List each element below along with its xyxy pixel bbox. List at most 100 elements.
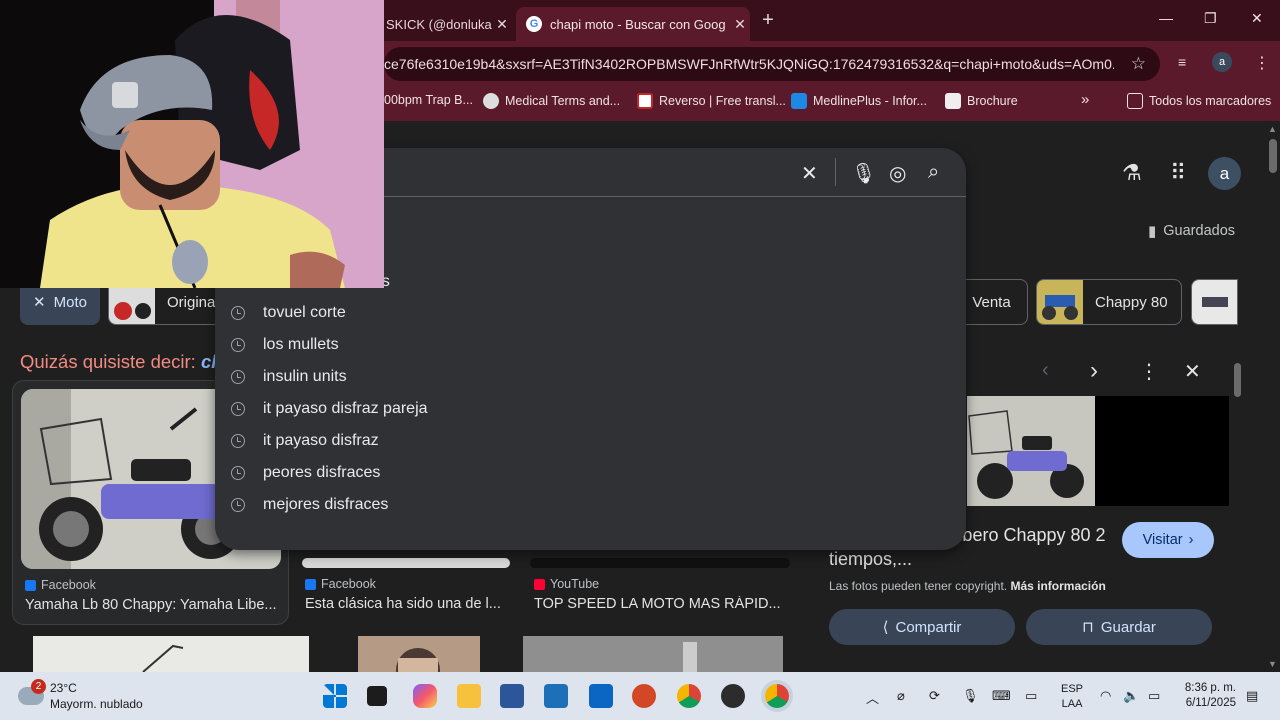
volume-icon[interactable]: 🔈 — [1123, 688, 1139, 704]
show-hidden-icons[interactable]: ︿ — [866, 688, 879, 707]
media-controls-icon[interactable]: ≡ — [1178, 54, 1186, 70]
calendar-icon[interactable] — [589, 684, 613, 708]
chip-more[interactable] — [1191, 279, 1238, 325]
result-image[interactable] — [523, 636, 783, 672]
tab-title: chapi moto - Buscar con Goog — [550, 16, 726, 32]
address-bar[interactable]: ce76fe6310e19b4&sxsrf=AE3TifN3402ROPBMSW… — [384, 47, 1160, 81]
close-tab-icon[interactable]: ✕ — [492, 16, 512, 33]
google-account-avatar[interactable]: a — [1208, 157, 1241, 190]
minimize-icon[interactable]: — — [1159, 10, 1173, 26]
suggestion-item[interactable]: it payaso disfraz pareja — [231, 393, 428, 425]
all-bookmarks-button[interactable]: Todos los marcadores — [1127, 93, 1271, 109]
result-caption[interactable]: Esta clásica ha sido una de l... — [305, 596, 510, 612]
sync-icon[interactable]: ⟳ — [929, 688, 940, 704]
share-button[interactable]: ⟨ Compartir — [829, 609, 1015, 645]
chevron-right-icon: › — [1188, 532, 1194, 548]
scroll-up-icon[interactable]: ▲ — [1268, 124, 1277, 134]
store-icon[interactable] — [544, 684, 568, 708]
wifi-icon[interactable]: ◠ — [1100, 688, 1111, 704]
bookmark-medlineplus[interactable]: MedlinePlus - Infor... — [791, 93, 927, 109]
result-image[interactable] — [358, 636, 480, 672]
suggestion-item[interactable]: los mullets — [231, 329, 339, 361]
page-scrollbar[interactable]: ▲ ▼ — [1266, 121, 1280, 672]
suggestion-item[interactable]: peores disfraces — [231, 457, 380, 489]
notification-badge: 2 — [31, 679, 46, 694]
save-button[interactable]: ⊓ Guardar — [1026, 609, 1212, 645]
bookmark-reverso[interactable]: Reverso | Free transl... — [637, 93, 786, 109]
share-label: Compartir — [895, 618, 962, 636]
clear-search-icon[interactable]: ✕ — [801, 161, 818, 186]
suggestion-item[interactable]: tovuel corte — [231, 297, 346, 329]
display-icon[interactable]: ▭ — [1025, 688, 1037, 704]
suggestion-item[interactable]: it payaso disfraz — [231, 425, 379, 457]
chip-venta[interactable]: Venta — [956, 279, 1028, 325]
file-explorer-icon[interactable] — [457, 684, 481, 708]
restore-icon[interactable]: ❐ — [1204, 10, 1217, 27]
language-line2: LAA — [1061, 698, 1083, 710]
scroll-thumb[interactable] — [1269, 139, 1277, 173]
separator — [835, 158, 836, 186]
keyboard-icon[interactable]: ⌨ — [992, 688, 1011, 704]
chrome-icon[interactable] — [677, 684, 701, 708]
saved-button[interactable]: ▮ Guardados — [1148, 222, 1235, 240]
close-tab-icon[interactable]: ✕ — [730, 16, 750, 33]
result-image[interactable] — [33, 636, 309, 672]
word-icon[interactable] — [500, 684, 524, 708]
more-info-link[interactable]: Más información — [1010, 579, 1105, 593]
chip-label: Chappy 80 — [1095, 293, 1168, 311]
result-caption[interactable]: Yamaha Lb 80 Chappy: Yamaha Libe... — [25, 597, 281, 613]
source-label: Facebook — [41, 578, 96, 592]
did-you-mean-prefix: Quizás quisiste decir: — [20, 351, 201, 372]
bookmark-label: Brochure — [967, 94, 1018, 108]
bookmark-trap[interactable]: 00bpm Trap B... — [384, 93, 473, 107]
copilot-icon[interactable] — [413, 684, 437, 708]
panel-scrollbar[interactable] — [1233, 345, 1242, 652]
search-icon[interactable]: ⌕ — [928, 161, 939, 184]
bookmark-medical-terms[interactable]: Medical Terms and... — [483, 93, 620, 109]
bookmark-brochure[interactable]: Brochure — [945, 93, 1018, 109]
visit-button[interactable]: Visitar › — [1122, 522, 1214, 558]
close-panel-icon[interactable]: ✕ — [1184, 359, 1201, 384]
url-text[interactable]: ce76fe6310e19b4&sxsrf=AE3TifN3402ROPBMSW… — [384, 56, 1114, 72]
share-icon: ⟨ — [882, 619, 889, 636]
apps-grid-icon[interactable]: ⠿ — [1170, 160, 1186, 186]
tab-google-search[interactable]: G chapi moto - Buscar con Goog ✕ — [516, 7, 750, 41]
voice-search-icon[interactable]: 🎙 — [851, 161, 876, 186]
notifications-icon[interactable]: ▤ — [1246, 688, 1258, 704]
profile-avatar[interactable]: a — [1212, 52, 1232, 72]
bookmark-star-icon[interactable]: ☆ — [1131, 54, 1146, 74]
obs-icon[interactable] — [721, 684, 745, 708]
lens-search-icon[interactable]: ◎ — [889, 161, 906, 186]
previous-icon[interactable]: ‹ — [1042, 359, 1049, 382]
more-options-icon[interactable]: ⋮ — [1139, 359, 1159, 384]
chrome-menu-icon[interactable]: ⋮ — [1254, 53, 1270, 73]
suggestion-item[interactable]: insulin units — [231, 361, 347, 393]
labs-flask-icon[interactable]: ⚗ — [1122, 160, 1142, 186]
powerpoint-icon[interactable] — [632, 684, 656, 708]
scroll-down-icon[interactable]: ▼ — [1268, 659, 1277, 669]
task-view-icon[interactable] — [367, 686, 387, 706]
preview-image — [967, 396, 1095, 506]
result-caption[interactable]: TOP SPEED LA MOTO MAS RÁPID... — [534, 596, 786, 612]
saved-label: Guardados — [1163, 223, 1236, 239]
bookmark-label: Reverso | Free transl... — [659, 94, 786, 108]
more-bookmarks-icon[interactable]: » — [1081, 91, 1089, 108]
tab-kick[interactable]: SKICK (@donluka ✕ — [384, 7, 512, 41]
system-clock[interactable]: 8:36 p. m. 6/11/2025 — [1176, 681, 1236, 711]
battery-icon[interactable]: ▭ — [1148, 688, 1160, 704]
language-indicator[interactable]: ESP LAA — [1061, 682, 1083, 712]
close-icon: ✕ — [33, 294, 46, 311]
chrome-profile-icon[interactable] — [765, 684, 789, 708]
webcam-overlay — [0, 0, 384, 288]
visit-label: Visitar — [1142, 532, 1183, 548]
microphone-icon[interactable]: 🎙 — [962, 688, 979, 704]
chip-chappy-80[interactable]: Chappy 80 — [1036, 279, 1182, 325]
did-you-mean: Quizás quisiste decir: ch — [20, 351, 223, 373]
suggestion-item[interactable]: mejores disfraces — [231, 489, 388, 521]
close-window-icon[interactable]: ✕ — [1251, 10, 1263, 27]
network-off-icon[interactable]: ⌀ — [897, 688, 905, 704]
new-tab-button[interactable]: + — [758, 9, 778, 32]
facebook-icon — [305, 578, 316, 590]
youtube-icon — [534, 578, 545, 590]
next-icon[interactable]: › — [1090, 357, 1098, 385]
